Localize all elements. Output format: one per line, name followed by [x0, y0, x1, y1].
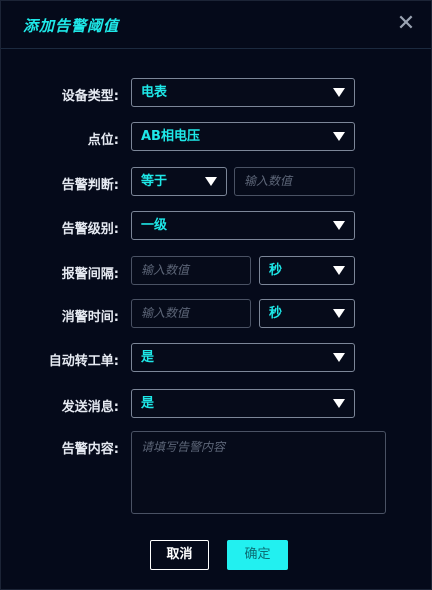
- judgement-operator-select[interactable]: 等于: [131, 167, 227, 196]
- content-label: 告警内容:: [61, 442, 119, 457]
- alarm-interval-unit-value: 秒: [269, 263, 283, 278]
- dropdown-arrow-icon: [333, 266, 345, 275]
- auto-ticket-value: 是: [141, 350, 155, 365]
- device-type-value: 电表: [141, 85, 168, 100]
- add-alarm-threshold-dialog: 添加告警阈值 ✕ 设备类型: 电表 点位: AB相电压 告警判断: 等于 输入数…: [0, 0, 432, 590]
- close-icon[interactable]: ✕: [395, 13, 417, 35]
- send-message-select[interactable]: 是: [131, 389, 355, 418]
- judgement-label: 告警判断:: [61, 178, 119, 193]
- device-type-label: 设备类型:: [61, 89, 119, 104]
- judgement-value-input[interactable]: 输入数值: [234, 167, 355, 196]
- point-label: 点位:: [87, 133, 119, 148]
- level-value: 一级: [141, 218, 168, 233]
- dialog-title: 添加告警阈值: [23, 17, 120, 35]
- dialog-header: 添加告警阈值 ✕: [1, 1, 431, 49]
- clear-time-unit-select[interactable]: 秒: [259, 299, 355, 328]
- level-label: 告警级别:: [61, 222, 119, 237]
- judgement-operator-value: 等于: [141, 174, 168, 189]
- dropdown-arrow-icon: [333, 132, 345, 141]
- send-message-value: 是: [141, 396, 155, 411]
- clear-time-input[interactable]: 输入数值: [131, 299, 251, 328]
- clear-time-unit-value: 秒: [269, 306, 283, 321]
- dropdown-arrow-icon: [333, 353, 345, 362]
- dropdown-arrow-icon: [333, 221, 345, 230]
- alarm-interval-unit-select[interactable]: 秒: [259, 256, 355, 285]
- point-select[interactable]: AB相电压: [131, 122, 355, 151]
- alarm-interval-label: 报警间隔:: [61, 267, 119, 282]
- send-message-label: 发送消息:: [61, 400, 119, 415]
- device-type-select[interactable]: 电表: [131, 78, 355, 107]
- alarm-interval-input[interactable]: 输入数值: [131, 256, 251, 285]
- confirm-button[interactable]: 确定: [227, 540, 288, 570]
- dropdown-arrow-icon: [333, 309, 345, 318]
- dropdown-arrow-icon: [333, 399, 345, 408]
- auto-ticket-select[interactable]: 是: [131, 343, 355, 372]
- auto-ticket-label: 自动转工单:: [48, 354, 119, 369]
- dropdown-arrow-icon: [205, 177, 217, 186]
- dropdown-arrow-icon: [333, 88, 345, 97]
- cancel-button[interactable]: 取消: [150, 540, 209, 570]
- point-value: AB相电压: [141, 129, 200, 144]
- level-select[interactable]: 一级: [131, 211, 355, 240]
- clear-time-label: 消警时间:: [61, 310, 119, 325]
- content-textarea[interactable]: 请填写告警内容: [131, 431, 386, 514]
